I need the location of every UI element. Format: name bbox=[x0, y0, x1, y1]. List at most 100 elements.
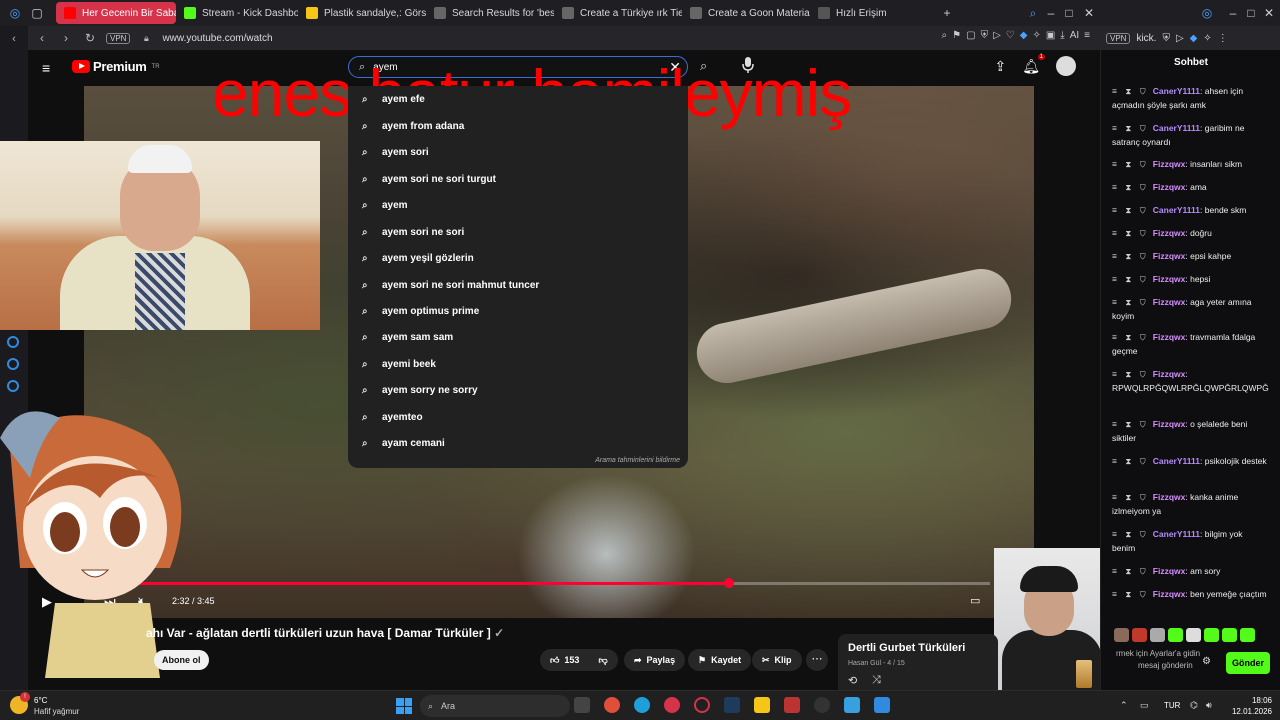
emote-icon[interactable] bbox=[1186, 628, 1201, 642]
suggestion-item[interactable]: ⌕ ayem sorry ne sorry bbox=[348, 377, 688, 403]
upload-icon[interactable]: ⇪ bbox=[994, 58, 1006, 75]
chat-username[interactable]: Fizzqwx bbox=[1153, 274, 1186, 284]
thumbs-down-icon[interactable]: 👎︎ bbox=[598, 655, 607, 666]
terminal-icon[interactable] bbox=[724, 697, 740, 713]
sidebar-toggle-icon[interactable]: ▢ bbox=[26, 6, 48, 20]
emote-icon[interactable] bbox=[1240, 628, 1255, 642]
browser-logo-icon[interactable]: ◎ bbox=[4, 6, 26, 20]
overlay-gear-icon[interactable] bbox=[7, 380, 19, 392]
tab-search-results[interactable]: Search Results for 'best g bbox=[426, 2, 554, 24]
chat-username[interactable]: Fizzqwx bbox=[1153, 228, 1186, 238]
suggestion-item[interactable]: ⌕ ayem sori ne sori bbox=[348, 219, 688, 245]
forward-button[interactable]: › bbox=[58, 31, 74, 45]
vegas-icon[interactable] bbox=[784, 697, 800, 713]
chat-window-icon[interactable]: ◎ bbox=[1196, 6, 1218, 20]
report-predictions-link[interactable]: Arama tahminlerini bildirme bbox=[595, 457, 680, 464]
emote-icon[interactable] bbox=[1150, 628, 1165, 642]
suggestion-item[interactable]: ⌕ ayemi beek bbox=[348, 351, 688, 377]
suggestion-item[interactable]: ⌕ ayem sori bbox=[348, 139, 688, 165]
url-field[interactable]: www.youtube.com/watch bbox=[162, 33, 272, 44]
volume-icon[interactable]: 🔊︎ bbox=[1206, 700, 1212, 711]
notifications-button[interactable]: 🔔︎ 1 bbox=[1022, 53, 1045, 75]
puzzle-icon[interactable]: ✧ bbox=[1032, 30, 1040, 41]
bookmark-icon[interactable]: ⚑ bbox=[952, 30, 961, 41]
emote-icon[interactable] bbox=[1132, 628, 1147, 642]
chat-username[interactable]: Fizzqwx bbox=[1153, 251, 1186, 261]
video-progress-bar[interactable] bbox=[120, 578, 990, 588]
tab-plastik-sandalye[interactable]: Plastik sandalye,: Görsell bbox=[298, 2, 426, 24]
chat-username[interactable]: CanerY1111 bbox=[1153, 205, 1200, 215]
chat-username[interactable]: Fizzqwx bbox=[1153, 492, 1186, 502]
new-tab-button[interactable]: + bbox=[936, 6, 958, 20]
avatar[interactable] bbox=[1056, 56, 1076, 76]
browser-icon[interactable] bbox=[694, 697, 710, 713]
more-icon[interactable]: ⋮ bbox=[1218, 33, 1228, 44]
suggestion-item[interactable]: ⌕ ayem sori ne sori mahmut tuncer bbox=[348, 272, 688, 298]
suggestion-item[interactable]: ⌕ ayem optimus prime bbox=[348, 298, 688, 324]
chat-username[interactable]: CanerY1111 bbox=[1153, 529, 1200, 539]
vpn-badge[interactable]: VPN bbox=[1106, 32, 1131, 44]
vpn-badge[interactable]: VPN bbox=[106, 32, 131, 44]
like-button[interactable]: 👍︎ 153 👎︎ bbox=[540, 649, 618, 671]
emote-icon[interactable] bbox=[1168, 628, 1183, 642]
battery-icon[interactable]: ▭ bbox=[1140, 700, 1149, 711]
chat-url[interactable]: kick. bbox=[1136, 33, 1156, 44]
extension-icon[interactable]: ◆ bbox=[1190, 33, 1198, 44]
screenshot-icon[interactable]: ▢ bbox=[966, 30, 975, 41]
chat-settings-icon[interactable]: ⚙ bbox=[1202, 656, 1211, 667]
clip-button[interactable]: ✂ Klip bbox=[752, 649, 802, 671]
taskbar-search[interactable]: ⌕ Ara bbox=[420, 695, 570, 717]
play-icon[interactable]: ▷ bbox=[1176, 33, 1184, 44]
emote-icon[interactable] bbox=[1204, 628, 1219, 642]
task-view-icon[interactable] bbox=[574, 697, 590, 713]
emote-icon[interactable] bbox=[1222, 628, 1237, 642]
chat-username[interactable]: Fizzqwx bbox=[1153, 182, 1186, 192]
tab-tier-list[interactable]: Create a Türkiye ırk Tier L bbox=[554, 2, 682, 24]
tab-youtube[interactable]: Her Gecenin Bir Sabahı Va bbox=[56, 2, 176, 24]
maximize-button[interactable]: □ bbox=[1058, 6, 1080, 20]
emote-icon[interactable] bbox=[1114, 628, 1129, 642]
playlist-panel[interactable]: Dertli Gurbet Türküleri Hasan Gül - 4 / … bbox=[838, 634, 998, 690]
youtube-logo[interactable]: Premium TR bbox=[72, 59, 160, 74]
chat-username[interactable]: CanerY1111 bbox=[1153, 86, 1200, 96]
chat-username[interactable]: Fizzqwx bbox=[1153, 419, 1186, 429]
suggestion-item[interactable]: ⌕ ayem sam sam bbox=[348, 324, 688, 350]
shield-icon[interactable]: ⛨ bbox=[981, 30, 989, 41]
send-button[interactable]: Gönder bbox=[1226, 652, 1270, 674]
shuffle-icon[interactable]: ⤨ bbox=[872, 674, 881, 687]
scrubber-handle[interactable] bbox=[724, 578, 734, 588]
wallet-icon[interactable]: ▣ bbox=[1046, 30, 1055, 41]
hamburger-menu-icon[interactable]: ≡ bbox=[42, 60, 56, 76]
more-actions-button[interactable]: ⋯ bbox=[806, 649, 828, 671]
obs-icon[interactable] bbox=[814, 697, 830, 713]
suggestion-item[interactable]: ⌕ ayem yeşil gözlerin bbox=[348, 245, 688, 271]
subtitles-icon[interactable]: ▭ bbox=[970, 594, 980, 607]
chat-username[interactable]: CanerY1111 bbox=[1153, 456, 1200, 466]
shield-icon[interactable]: ⛨ bbox=[1162, 33, 1170, 44]
opera-icon[interactable] bbox=[664, 697, 680, 713]
chat-username[interactable]: Fizzqwx bbox=[1153, 159, 1186, 169]
back-button[interactable]: ‹ bbox=[34, 31, 50, 45]
loop-icon[interactable]: ⟲ bbox=[848, 674, 857, 687]
network-icon[interactable]: ⌬ bbox=[1190, 700, 1198, 711]
chat-close-button[interactable]: ✕ bbox=[1258, 6, 1280, 20]
heart-icon[interactable]: ♡ bbox=[1006, 30, 1015, 41]
overlay-clock-icon[interactable] bbox=[7, 358, 19, 370]
app-icon[interactable] bbox=[844, 697, 860, 713]
share-button[interactable]: ➦ Paylaş bbox=[624, 649, 686, 671]
chat-username[interactable]: Fizzqwx bbox=[1153, 332, 1186, 342]
puzzle-icon[interactable]: ✧ bbox=[1203, 33, 1211, 44]
tab-kick-dashboard[interactable]: Stream - Kick Dashboard bbox=[176, 2, 298, 24]
zoom-icon[interactable]: ⌕ bbox=[942, 30, 948, 41]
subscribe-button[interactable]: Abone ol bbox=[154, 650, 209, 670]
chat-username[interactable]: Fizzqwx bbox=[1153, 297, 1186, 307]
suggestion-item[interactable]: ⌕ ayem efe bbox=[348, 86, 688, 112]
tab-goon-material[interactable]: Create a Goon Material Fe bbox=[682, 2, 810, 24]
show-hidden-icon[interactable]: ⌃ bbox=[1120, 700, 1128, 711]
language-indicator[interactable]: TUR bbox=[1164, 701, 1180, 710]
chat-username[interactable]: Fizzqwx bbox=[1153, 589, 1186, 599]
chat-username[interactable]: Fizzqwx bbox=[1153, 566, 1186, 576]
tab-quick-access[interactable]: Hızlı Erişim bbox=[810, 2, 920, 24]
suggestion-item[interactable]: ⌕ ayem from adana bbox=[348, 113, 688, 139]
clock[interactable]: 18:06 12.01.2026 bbox=[1232, 695, 1272, 717]
